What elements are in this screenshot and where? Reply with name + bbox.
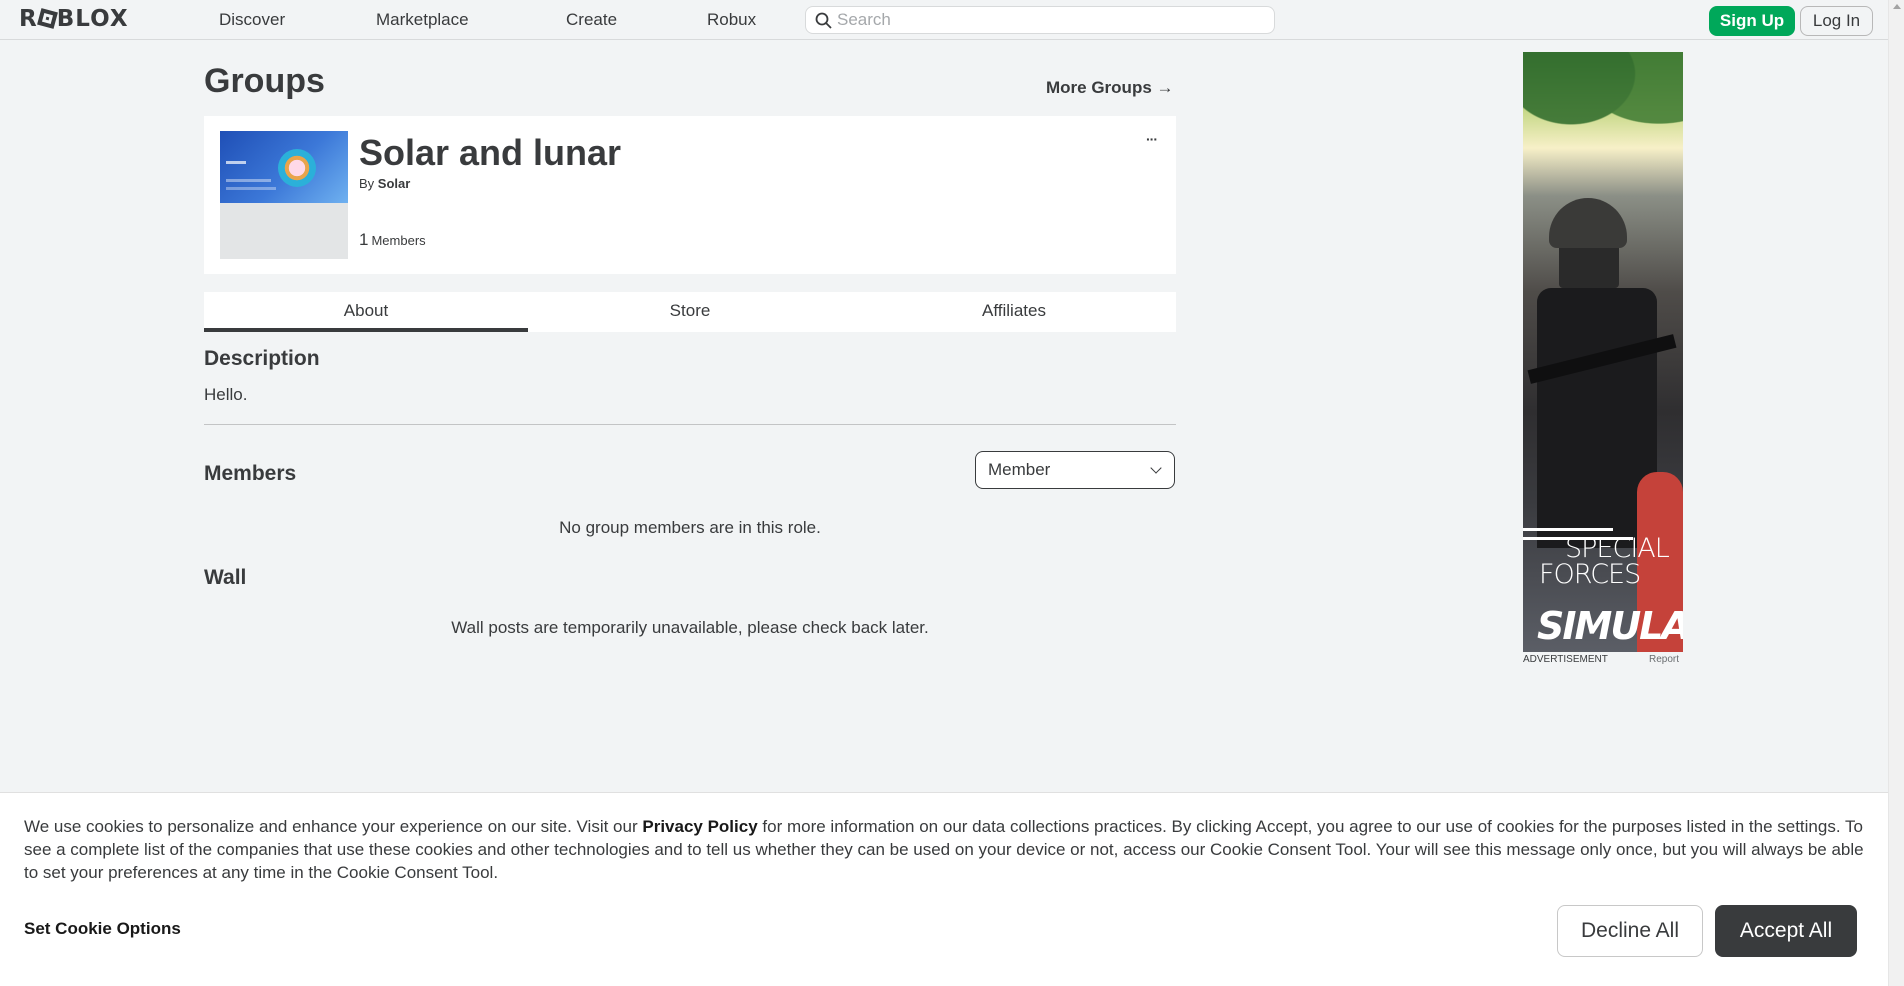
ad-title-line: FORCES	[1539, 559, 1641, 590]
nav-create[interactable]: Create	[566, 10, 617, 30]
group-name: Solar and lunar	[359, 132, 622, 173]
nav-robux[interactable]: Robux	[707, 10, 756, 30]
accept-all-button[interactable]: Accept All	[1715, 905, 1857, 957]
role-dropdown-value: Member	[988, 460, 1051, 479]
description-text: Hello.	[204, 385, 248, 404]
advertisement-banner[interactable]: SPECIAL FORCES SIMULATOR	[1523, 52, 1683, 652]
report-ad-link[interactable]: Report	[1649, 654, 1679, 665]
log-in-button[interactable]: Log In	[1800, 6, 1873, 36]
description-heading: Description	[204, 347, 320, 370]
cookie-message: We use cookies to personalize and enhanc…	[24, 815, 1864, 884]
search-icon	[815, 12, 832, 29]
owner-link[interactable]: Solar	[378, 176, 411, 191]
set-cookie-options-link[interactable]: Set Cookie Options	[24, 919, 181, 939]
ad-subtitle: SIMULATOR	[1537, 604, 1683, 648]
ad-title: SPECIAL FORCES	[1539, 535, 1670, 590]
section-divider	[204, 424, 1176, 425]
wall-unavailable-message: Wall posts are temporarily unavailable, …	[451, 618, 929, 637]
more-options-icon[interactable]: ···	[1146, 131, 1158, 147]
group-emblem-image	[220, 131, 348, 203]
logo-o-icon	[36, 8, 58, 29]
group-emblem	[220, 131, 348, 259]
group-tabs: About Store Affiliates	[204, 292, 1176, 332]
members-heading: Members	[204, 462, 297, 485]
page-title: Groups	[204, 62, 325, 100]
scroll-up-arrow-icon[interactable]	[1893, 4, 1901, 9]
ad-helmet-icon	[1549, 198, 1627, 248]
roblox-logo[interactable]: R BLOX	[19, 6, 129, 32]
owner-prefix: By	[359, 176, 375, 191]
search-box[interactable]	[805, 6, 1275, 34]
member-count-value: 1	[359, 230, 369, 249]
members-empty-message: No group members are in this role.	[559, 518, 821, 537]
cookie-text-part: We use cookies to personalize and enhanc…	[24, 817, 643, 836]
tab-store[interactable]: Store	[528, 292, 852, 332]
more-groups-link[interactable]: More Groups →	[1046, 78, 1174, 98]
advertisement-label: ADVERTISEMENT	[1523, 654, 1608, 665]
chevron-down-icon	[1150, 462, 1162, 474]
member-count: 1 Members	[359, 230, 426, 250]
nav-marketplace[interactable]: Marketplace	[376, 10, 469, 30]
sign-up-button[interactable]: Sign Up	[1709, 6, 1795, 36]
cookie-consent-banner: We use cookies to personalize and enhanc…	[0, 792, 1888, 986]
search-input[interactable]	[837, 9, 1267, 31]
emblem-badge-icon	[278, 149, 316, 187]
ad-foliage	[1523, 52, 1683, 162]
group-header-card: Solar and lunar By Solar 1 Members ···	[204, 116, 1176, 274]
emblem-decoration	[226, 179, 271, 182]
decline-all-button[interactable]: Decline All	[1557, 905, 1703, 957]
role-dropdown[interactable]: Member	[975, 451, 1175, 489]
page-scrollbar[interactable]	[1888, 0, 1904, 986]
ad-soldier-head	[1559, 244, 1619, 288]
member-count-label: Members	[371, 233, 426, 248]
nav-discover[interactable]: Discover	[219, 10, 285, 30]
tab-about[interactable]: About	[204, 292, 528, 332]
top-navigation-bar: R BLOX Discover Marketplace Create Robux …	[0, 0, 1888, 40]
wall-heading: Wall	[204, 566, 247, 589]
emblem-decoration	[226, 187, 276, 190]
tab-affiliates[interactable]: Affiliates	[852, 292, 1176, 332]
group-owner-line: By Solar	[359, 176, 410, 191]
privacy-policy-link[interactable]: Privacy Policy	[642, 817, 757, 836]
emblem-decoration	[226, 161, 246, 164]
